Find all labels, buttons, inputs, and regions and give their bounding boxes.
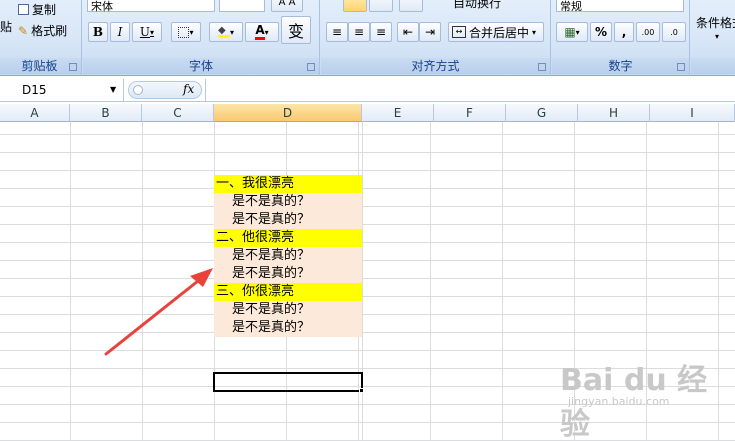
baidu-watermark-url: jingyan.baidu.com	[568, 395, 670, 408]
arrow-shaft	[104, 275, 205, 356]
